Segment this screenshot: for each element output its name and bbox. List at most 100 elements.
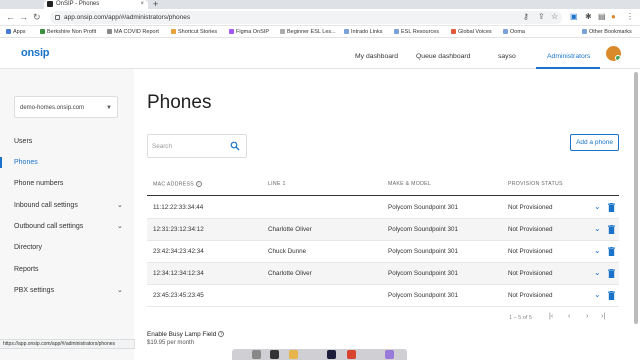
column-header-status[interactable]: PROVISION STATUS bbox=[508, 181, 563, 187]
table-row[interactable]: 23:45:23:45:23:45 Polycom Soundpoint 301… bbox=[147, 285, 619, 307]
bookmark-esl-resources[interactable]: ESL Resources bbox=[394, 26, 439, 38]
table-row[interactable]: 23:42:34:23:42:34 Chuck Dunne Polycom So… bbox=[147, 241, 619, 263]
prev-page-icon[interactable]: ‹ bbox=[568, 313, 570, 320]
link-status-bar: https://app.onsip.com/app/#/administrato… bbox=[0, 339, 135, 349]
busy-lamp-title: Enable Busy Lamp Field? bbox=[147, 331, 225, 338]
org-select[interactable]: demo-homes.onsip.com ▼ bbox=[14, 96, 118, 118]
trash-icon[interactable] bbox=[608, 291, 615, 300]
nav-sayso[interactable]: sayso bbox=[498, 53, 516, 60]
sidebar-item-phone-numbers[interactable]: Phone numbers bbox=[14, 180, 63, 187]
dock-app-icon[interactable] bbox=[385, 350, 394, 359]
sidebar-item-pbx-settings[interactable]: PBX settings bbox=[14, 287, 54, 294]
dock bbox=[232, 349, 407, 360]
sidebar-item-outbound[interactable]: Outbound call settings bbox=[14, 223, 83, 230]
extension-icon[interactable]: ▣ bbox=[570, 12, 578, 22]
bookmark-ooma[interactable]: Ooma bbox=[503, 26, 525, 38]
new-tab-button[interactable]: + bbox=[153, 0, 158, 9]
bookmark-apps[interactable]: Apps bbox=[6, 26, 26, 38]
table-row[interactable]: 11:12:22:33:34:44 Polycom Soundpoint 301… bbox=[147, 197, 619, 219]
cell-mac: 12:31:23:12:34:12 bbox=[153, 226, 204, 233]
profile-icon[interactable]: ● bbox=[611, 12, 616, 22]
key-icon[interactable]: ⚷ bbox=[523, 12, 529, 22]
add-phone-button[interactable]: Add a phone bbox=[570, 134, 619, 151]
column-header-mac[interactable]: MAC ADDRESS i bbox=[153, 181, 203, 187]
sidebar-item-inbound[interactable]: Inbound call settings bbox=[14, 202, 78, 209]
info-icon[interactable]: i bbox=[196, 181, 203, 187]
cell-mac: 12:34:12:34:12:34 bbox=[153, 270, 204, 277]
dock-app-icon[interactable] bbox=[289, 350, 298, 359]
onsip-logo[interactable]: onsip bbox=[21, 47, 50, 59]
star-icon[interactable]: ☆ bbox=[551, 12, 558, 22]
page-title: Phones bbox=[147, 92, 212, 113]
expand-chevron-icon[interactable]: ⌄ bbox=[594, 202, 601, 211]
last-page-icon[interactable]: ›| bbox=[601, 313, 605, 320]
cell-status: Not Provisioned bbox=[508, 204, 553, 211]
nav-my-dashboard[interactable]: My dashboard bbox=[355, 53, 398, 60]
column-header-line1[interactable]: LINE 1 bbox=[268, 181, 286, 187]
browser-tab-bar: OnSIP - Phones × + bbox=[0, 0, 640, 15]
trash-icon[interactable] bbox=[608, 203, 615, 212]
dock-app-icon[interactable] bbox=[252, 350, 261, 359]
cell-status: Not Provisioned bbox=[508, 226, 553, 233]
search-icon[interactable] bbox=[230, 141, 240, 151]
bookmark-ma-covid[interactable]: MA COVID Report bbox=[107, 26, 159, 38]
back-icon[interactable]: ← bbox=[6, 12, 15, 22]
puzzle-icon[interactable]: ✱ bbox=[585, 12, 592, 22]
dock-app-icon[interactable] bbox=[327, 350, 336, 359]
trash-icon[interactable] bbox=[608, 225, 615, 234]
table-row[interactable]: 12:31:23:12:34:12 Charlotte Oliver Polyc… bbox=[147, 219, 619, 241]
sidepanel-icon[interactable]: ▤ bbox=[598, 12, 606, 22]
active-nav-indicator bbox=[536, 67, 600, 69]
nav-administrators[interactable]: Administrators bbox=[547, 53, 590, 60]
cell-mac: 23:45:23:45:23:45 bbox=[153, 292, 204, 299]
first-page-icon[interactable]: |‹ bbox=[549, 313, 553, 320]
pagination-range: 1 – 5 of 5 bbox=[509, 315, 532, 321]
expand-chevron-icon[interactable]: ⌄ bbox=[594, 224, 601, 233]
cell-model: Polycom Soundpoint 301 bbox=[388, 270, 459, 277]
bookmark-intrado[interactable]: Intrado Links bbox=[344, 26, 383, 38]
trash-icon[interactable] bbox=[608, 247, 615, 256]
page-scrollbar[interactable] bbox=[633, 70, 639, 338]
chevron-down-icon[interactable]: ⌄ bbox=[117, 286, 123, 294]
dock-app-icon[interactable] bbox=[347, 350, 356, 359]
share-icon[interactable]: ⇪ bbox=[538, 12, 545, 22]
bookmark-other[interactable]: Other Bookmarks bbox=[582, 26, 632, 38]
forward-icon[interactable]: → bbox=[19, 12, 28, 22]
bookmark-shortcut[interactable]: Shortcut Stories bbox=[171, 26, 217, 38]
browser-tab[interactable]: OnSIP - Phones × bbox=[44, 0, 148, 9]
nav-queue-dashboard[interactable]: Queue dashboard bbox=[416, 53, 470, 60]
sidebar-item-directory[interactable]: Directory bbox=[14, 244, 42, 251]
sidebar-item-users[interactable]: Users bbox=[14, 138, 32, 145]
expand-chevron-icon[interactable]: ⌄ bbox=[594, 290, 601, 299]
next-page-icon[interactable]: › bbox=[586, 313, 588, 320]
cell-status: Not Provisioned bbox=[508, 292, 553, 299]
sidebar-item-phones[interactable]: Phones bbox=[14, 159, 38, 166]
chevron-down-icon[interactable]: ⌄ bbox=[117, 201, 123, 209]
url-field[interactable]: app.onsip.com/app/#/administrators/phone… bbox=[50, 11, 562, 24]
scrollbar-thumb[interactable] bbox=[634, 72, 638, 324]
table-row[interactable]: 12:34:12:34:12:34 Charlotte Oliver Polyc… bbox=[147, 263, 619, 285]
bookmark-global-voices[interactable]: Global Voices bbox=[451, 26, 492, 38]
column-header-model[interactable]: MAKE & MODEL bbox=[388, 181, 431, 187]
expand-chevron-icon[interactable]: ⌄ bbox=[594, 268, 601, 277]
sidebar-item-reports[interactable]: Reports bbox=[14, 266, 39, 273]
dock-app-icon[interactable] bbox=[270, 350, 279, 359]
info-icon[interactable]: ? bbox=[218, 331, 225, 338]
avatar[interactable] bbox=[606, 46, 621, 61]
cell-line1: Charlotte Oliver bbox=[268, 226, 312, 233]
url-text: app.onsip.com/app/#/administrators/phone… bbox=[64, 14, 191, 21]
search-placeholder: Search bbox=[152, 143, 172, 150]
reload-icon[interactable]: ↻ bbox=[33, 12, 41, 22]
search-input[interactable]: Search bbox=[147, 134, 247, 158]
tab-close-icon[interactable]: × bbox=[140, 0, 144, 9]
chevron-down-icon[interactable]: ⌄ bbox=[117, 222, 123, 230]
bookmark-esl[interactable]: Beginner ESL Les... bbox=[280, 26, 336, 38]
expand-chevron-icon[interactable]: ⌄ bbox=[594, 246, 601, 255]
cell-model: Polycom Soundpoint 301 bbox=[388, 204, 459, 211]
tab-title: OnSIP - Phones bbox=[56, 1, 100, 7]
menu-icon[interactable]: ⋮ bbox=[626, 12, 634, 22]
bookmark-berkshire[interactable]: Berkshire Non Profit bbox=[40, 26, 96, 38]
bookmark-figma[interactable]: Figma OnSIP bbox=[229, 26, 269, 38]
org-select-value: demo-homes.onsip.com bbox=[20, 105, 85, 111]
trash-icon[interactable] bbox=[608, 269, 615, 278]
